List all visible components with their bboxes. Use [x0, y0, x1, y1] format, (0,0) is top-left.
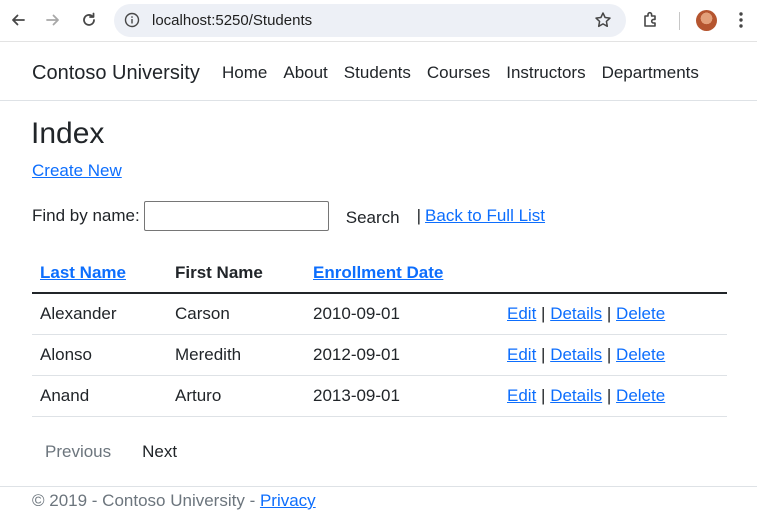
previous-page-button[interactable]: Previous — [45, 442, 111, 462]
cell-last-name: Alonso — [32, 334, 167, 376]
site-navbar: Contoso University Home About Students C… — [0, 43, 757, 101]
privacy-link[interactable]: Privacy — [260, 491, 316, 510]
students-table: Last Name First Name Enrollment Date Ale… — [32, 254, 727, 417]
url-text[interactable]: localhost:5250/Students — [152, 12, 312, 29]
delete-link[interactable]: Delete — [616, 304, 665, 323]
copyright-text: © 2019 - Contoso University - — [32, 491, 260, 510]
edit-link[interactable]: Edit — [507, 386, 536, 405]
page-title: Index — [31, 117, 105, 150]
nav-links: Home About Students Courses Instructors … — [222, 63, 715, 83]
cell-actions: Edit | Details | Delete — [499, 293, 727, 335]
action-separator: | — [606, 344, 612, 364]
cell-enrollment-date: 2013-09-01 — [305, 375, 499, 417]
action-separator: | — [541, 303, 546, 323]
site-footer: © 2019 - Contoso University - Privacy — [0, 486, 757, 521]
back-to-full-list-link[interactable]: Back to Full List — [425, 206, 545, 226]
action-separator: | — [541, 385, 546, 405]
header-last-name: Last Name — [32, 254, 167, 294]
cell-first-name: Carson — [167, 293, 305, 335]
edit-link[interactable]: Edit — [507, 345, 536, 364]
toolbar-divider — [679, 12, 680, 30]
find-label: Find by name: — [32, 206, 140, 225]
back-arrow-icon[interactable] — [7, 9, 29, 31]
nav-home[interactable]: Home — [222, 63, 267, 83]
create-new-link[interactable]: Create New — [32, 161, 122, 181]
header-actions — [499, 254, 727, 294]
table-header-row: Last Name First Name Enrollment Date — [32, 254, 727, 294]
nav-instructors[interactable]: Instructors — [506, 63, 585, 83]
edit-link[interactable]: Edit — [507, 304, 536, 323]
cell-first-name: Meredith — [167, 334, 305, 376]
table-row: Alonso Meredith 2012-09-01 Edit | Detail… — [32, 334, 727, 376]
address-bar[interactable]: localhost:5250/Students — [114, 4, 626, 37]
action-separator: | — [606, 303, 612, 323]
cell-last-name: Alexander — [32, 293, 167, 335]
profile-avatar[interactable] — [696, 10, 717, 31]
details-link[interactable]: Details — [550, 345, 602, 364]
details-link[interactable]: Details — [550, 386, 602, 405]
delete-link[interactable]: Delete — [616, 386, 665, 405]
extensions-puzzle-icon[interactable] — [641, 10, 661, 30]
next-page-button[interactable]: Next — [142, 442, 177, 462]
cell-actions: Edit | Details | Delete — [499, 334, 727, 376]
search-button[interactable]: Search — [346, 208, 400, 228]
cell-enrollment-date: 2012-09-01 — [305, 334, 499, 376]
details-link[interactable]: Details — [550, 304, 602, 323]
browser-toolbar: localhost:5250/Students — [0, 0, 757, 42]
reload-icon[interactable] — [78, 9, 100, 31]
separator: | — [416, 206, 422, 225]
search-form: Find by name: Search | Back to Full List — [32, 200, 545, 232]
header-enrollment-date: Enrollment Date — [305, 254, 499, 294]
nav-departments[interactable]: Departments — [602, 63, 699, 83]
cell-enrollment-date: 2010-09-01 — [305, 293, 499, 335]
cell-actions: Edit | Details | Delete — [499, 375, 727, 417]
footer-text: © 2019 - Contoso University - Privacy — [32, 491, 316, 511]
nav-about[interactable]: About — [283, 63, 327, 83]
bookmark-star-icon[interactable] — [594, 11, 612, 29]
pager: Previous Next — [45, 442, 177, 462]
delete-link[interactable]: Delete — [616, 345, 665, 364]
nav-courses[interactable]: Courses — [427, 63, 490, 83]
sort-enrollment-date-link[interactable]: Enrollment Date — [313, 263, 443, 282]
header-first-name: First Name — [167, 254, 305, 294]
action-separator: | — [541, 344, 546, 364]
table-row: Alexander Carson 2010-09-01 Edit | Detai… — [32, 293, 727, 335]
sort-last-name-link[interactable]: Last Name — [40, 263, 126, 282]
search-input[interactable] — [143, 201, 329, 231]
action-separator: | — [606, 385, 612, 405]
cell-first-name: Arturo — [167, 375, 305, 417]
brand-link[interactable]: Contoso University — [32, 62, 200, 85]
kebab-menu-icon[interactable] — [733, 10, 749, 30]
table-row: Anand Arturo 2013-09-01 Edit | Details |… — [32, 375, 727, 417]
site-info-icon[interactable] — [124, 12, 140, 28]
cell-last-name: Anand — [32, 375, 167, 417]
forward-arrow-icon[interactable] — [42, 9, 64, 31]
nav-students[interactable]: Students — [344, 63, 411, 83]
